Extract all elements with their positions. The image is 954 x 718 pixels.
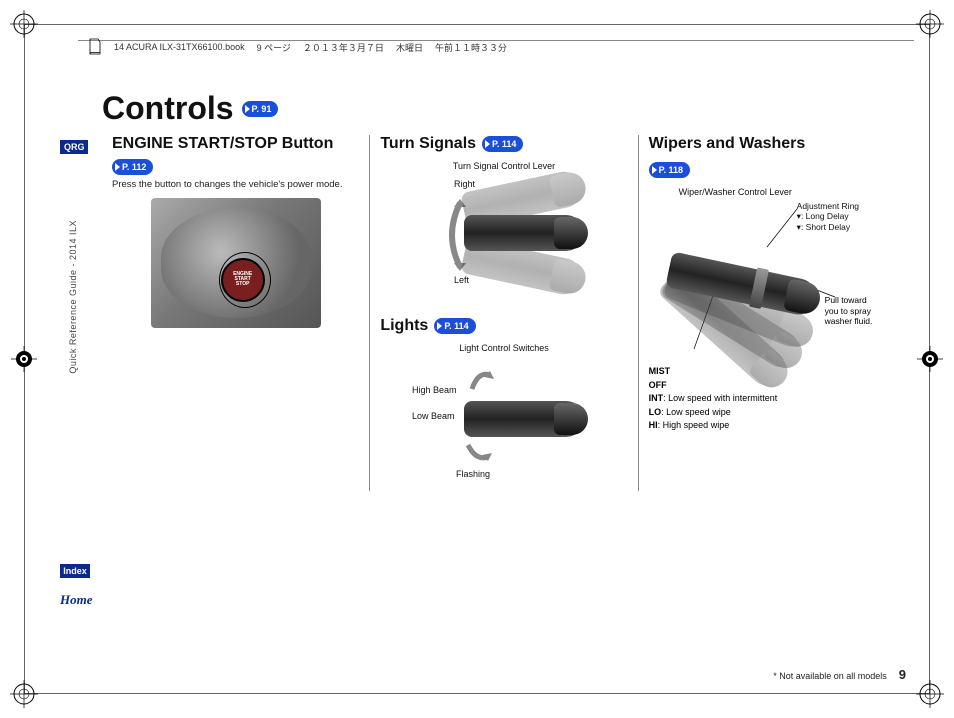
curved-arrow-flash-icon [462,437,492,467]
header-meta: 14 ACURA ILX-31TX66100.book 9 ページ ２０１３年３… [88,38,507,56]
cropmark-top-left [6,6,42,42]
mode-mist: MIST [649,366,671,376]
header-weekday: 木曜日 [396,41,423,54]
footer: * Not available on all models 9 [773,667,906,682]
lights-figure: High Beam Low Beam Flashing [404,357,604,487]
index-tab[interactable]: Index [60,564,90,578]
label-high-beam: High Beam [412,385,457,395]
engine-body: Press the button to changes the vehicle'… [112,179,359,192]
wipers-page-ref[interactable]: P. 118 [649,162,690,178]
mode-hi: HI [649,420,658,430]
mode-lo: LO [649,407,662,417]
lights-heading: Lights P. 114 [380,317,475,335]
mode-off: OFF [649,380,667,390]
column-engine-start-stop: ENGINE START/STOP Button P. 112 Press th… [102,135,369,491]
annot-adjustment-ring: Adjustment Ring ▾: Long Delay ▾: Short D… [797,201,859,233]
registration-mark-right [915,344,945,374]
adjustment-ring [749,267,769,309]
engine-heading: ENGINE START/STOP Button P. 112 [112,135,359,175]
lever-main [464,215,584,251]
turn-signals-page-ref[interactable]: P. 114 [482,136,523,152]
book-icon [88,38,102,56]
arrow-right-icon [115,163,120,171]
lights-lever [464,401,584,437]
engine-figure: ENGINE START STOP [151,198,321,328]
lights-page-ref[interactable]: P. 114 [434,318,475,334]
page-number: 9 [899,667,906,682]
mode-int: INT [649,393,664,403]
cropmark-bottom-right [912,676,948,712]
engine-page-ref[interactable]: P. 112 [112,159,153,175]
curved-arrow-high-icon [464,365,494,395]
header-filename: 14 ACURA ILX-31TX66100.book [114,42,245,52]
column-signals-lights: Turn Signals P. 114 Turn Signal Control … [369,135,637,491]
label-right: Right [454,179,475,189]
sidebar-vertical-title: Quick Reference Guide - 2014 ILX [68,220,78,374]
title-text: Controls [102,90,234,127]
label-flashing: Flashing [456,469,490,479]
wiper-figure: Adjustment Ring ▾: Long Delay ▾: Short D… [649,201,879,361]
arrow-right-icon [485,140,490,148]
header-date: ２０１３年３月７日 [303,41,384,54]
page-title: Controls P. 91 [102,90,278,127]
arrow-right-icon [652,166,657,174]
label-left: Left [454,275,469,285]
column-wipers: Wipers and Washers P. 118 Wiper/Washer C… [638,135,906,491]
qrg-tab[interactable]: QRG [60,140,88,154]
header-pageinfo: 9 ページ [257,41,291,54]
engine-start-stop-button: ENGINE START STOP [221,258,265,302]
cropmark-bottom-left [6,676,42,712]
arrow-right-icon [245,105,250,113]
sidebar: QRG Quick Reference Guide - 2014 ILX Ind… [60,90,88,658]
label-low-beam: Low Beam [412,411,455,421]
turn-signals-heading: Turn Signals P. 114 [380,135,523,153]
wipers-heading: Wipers and Washers [649,135,806,153]
home-link[interactable]: Home [60,592,93,608]
annot-pull-to-spray: Pull toward you to spray washer fluid. [825,295,881,327]
registration-mark-left [9,344,39,374]
wiper-caption: Wiper/Washer Control Lever [679,187,896,197]
arrow-right-icon [437,322,442,330]
turn-signal-caption: Turn Signal Control Lever [380,161,627,171]
title-page-ref[interactable]: P. 91 [242,101,279,117]
footer-note: * Not available on all models [773,671,887,681]
turn-signal-figure: Right Left [404,175,604,295]
cropmark-top-right [912,6,948,42]
header-time: 午前１１時３３分 [435,41,507,54]
lights-caption: Light Control Switches [380,343,627,353]
